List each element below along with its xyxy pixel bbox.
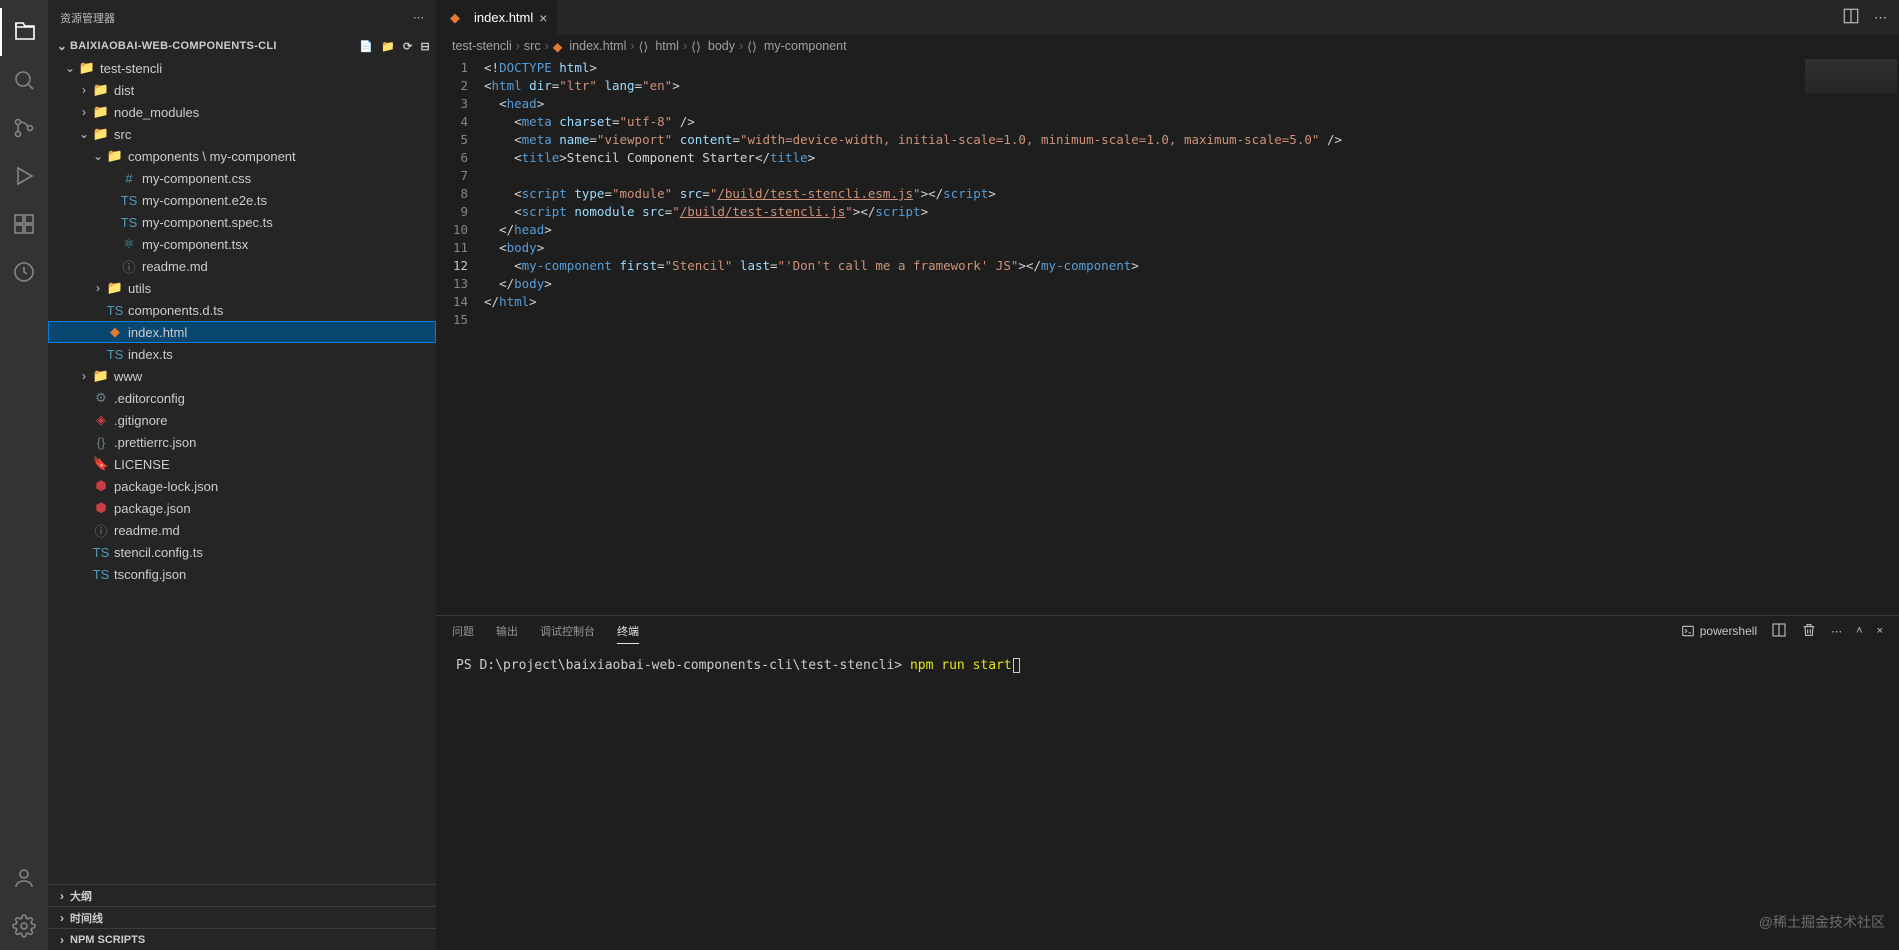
file-readme-inner[interactable]: ⓘreadme.md — [48, 255, 436, 277]
file-components-dts[interactable]: TScomponents.d.ts — [48, 299, 436, 321]
explorer-icon[interactable] — [0, 8, 48, 56]
watermark: @稀土掘金技术社区 — [1759, 912, 1885, 932]
section-npm-scripts[interactable]: ›NPM SCRIPTS — [48, 928, 436, 950]
symbol-icon: ⟨⟩ — [747, 39, 757, 54]
minimap[interactable] — [1803, 57, 1899, 615]
tab-index-html[interactable]: ◆ index.html × — [436, 0, 558, 35]
sidebar-more-icon[interactable]: ⋯ — [413, 11, 424, 24]
file-my-component-e2e[interactable]: TSmy-component.e2e.ts — [48, 189, 436, 211]
split-terminal-icon[interactable] — [1771, 622, 1787, 641]
panel-tab-problems[interactable]: 问题 — [452, 619, 474, 643]
history-icon[interactable] — [0, 248, 48, 296]
collapse-all-icon[interactable]: ⊟ — [420, 40, 430, 53]
close-tab-icon[interactable]: × — [539, 10, 547, 26]
split-editor-icon[interactable] — [1842, 7, 1860, 28]
file-package-lock[interactable]: ⬢package-lock.json — [48, 475, 436, 497]
html-file-icon: ◆ — [446, 10, 464, 26]
html-file-icon: ◆ — [553, 39, 563, 54]
more-actions-icon[interactable]: ⋯ — [1874, 10, 1887, 26]
terminal-command: npm run start — [910, 658, 1012, 673]
activity-bar — [0, 0, 48, 950]
project-header[interactable]: ⌄ BAIXIAOBAI-WEB-COMPONENTS-CLI 📄 📁 ⟳ ⊟ — [48, 35, 436, 57]
file-tsconfig[interactable]: TStsconfig.json — [48, 563, 436, 585]
maximize-panel-icon[interactable]: ˄ — [1856, 625, 1862, 637]
explorer-sidebar: 资源管理器 ⋯ ⌄ BAIXIAOBAI-WEB-COMPONENTS-CLI … — [48, 0, 436, 950]
file-editorconfig[interactable]: ⚙.editorconfig — [48, 387, 436, 409]
symbol-icon: ⟨⟩ — [639, 39, 649, 54]
new-file-icon[interactable]: 📄 — [359, 40, 373, 53]
file-my-component-css[interactable]: #my-component.css — [48, 167, 436, 189]
file-index-ts[interactable]: TSindex.ts — [48, 343, 436, 365]
panel-tab-terminal[interactable]: 终端 — [617, 619, 639, 644]
line-gutter: 123456789101112131415 — [436, 57, 484, 615]
folder-components-my-component[interactable]: ⌄📁components \ my-component — [48, 145, 436, 167]
terminal-shell-selector[interactable]: powershell — [1681, 624, 1757, 638]
section-outline[interactable]: ›大纲 — [48, 884, 436, 906]
panel-tab-debug[interactable]: 调试控制台 — [540, 619, 595, 643]
file-stencil-config[interactable]: TSstencil.config.ts — [48, 541, 436, 563]
file-my-component-tsx[interactable]: ⚛my-component.tsx — [48, 233, 436, 255]
editor-tabs: ◆ index.html × ⋯ — [436, 0, 1899, 35]
file-readme-md[interactable]: ⓘreadme.md — [48, 519, 436, 541]
folder-dist[interactable]: ›📁dist — [48, 79, 436, 101]
breadcrumbs[interactable]: test-stencli› src› ◆index.html› ⟨⟩html› … — [436, 35, 1899, 57]
settings-gear-icon[interactable] — [0, 902, 48, 950]
folder-node-modules[interactable]: ›📁node_modules — [48, 101, 436, 123]
section-timeline[interactable]: ›时间线 — [48, 906, 436, 928]
run-debug-icon[interactable] — [0, 152, 48, 200]
folder-src[interactable]: ⌄📁src — [48, 123, 436, 145]
file-license[interactable]: 🔖LICENSE — [48, 453, 436, 475]
terminal-content[interactable]: PS D:\project\baixiaobai-web-components-… — [436, 646, 1899, 950]
folder-test-stencli[interactable]: ⌄📁test-stencli — [48, 57, 436, 79]
sidebar-title: 资源管理器 — [60, 10, 115, 26]
file-prettierrc[interactable]: {}.prettierrc.json — [48, 431, 436, 453]
source-control-icon[interactable] — [0, 104, 48, 152]
main-area: ◆ index.html × ⋯ test-stencli› src› ◆ind… — [436, 0, 1899, 950]
kill-terminal-icon[interactable] — [1801, 622, 1817, 641]
extensions-icon[interactable] — [0, 200, 48, 248]
refresh-icon[interactable]: ⟳ — [403, 40, 413, 53]
terminal-cursor — [1013, 658, 1020, 673]
folder-utils[interactable]: ›📁utils — [48, 277, 436, 299]
accounts-icon[interactable] — [0, 854, 48, 902]
file-index-html[interactable]: ◆index.html — [48, 321, 436, 343]
editor[interactable]: 123456789101112131415 <!DOCTYPE html><ht… — [436, 57, 1899, 615]
bottom-panel: 问题 输出 调试控制台 终端 powershell ⋯ ˄ × PS D: — [436, 615, 1899, 950]
folder-www[interactable]: ›📁www — [48, 365, 436, 387]
panel-more-icon[interactable]: ⋯ — [1831, 625, 1842, 638]
new-folder-icon[interactable]: 📁 — [381, 40, 395, 53]
code-content[interactable]: <!DOCTYPE html><html dir="ltr" lang="en"… — [484, 57, 1803, 615]
file-my-component-spec[interactable]: TSmy-component.spec.ts — [48, 211, 436, 233]
project-name: BAIXIAOBAI-WEB-COMPONENTS-CLI — [70, 40, 277, 52]
symbol-icon: ⟨⟩ — [691, 39, 701, 54]
terminal-prompt: PS D:\project\baixiaobai-web-components-… — [456, 658, 910, 673]
panel-tab-output[interactable]: 输出 — [496, 619, 518, 643]
file-package-json[interactable]: ⬢package.json — [48, 497, 436, 519]
file-tree: ⌄📁test-stencli ›📁dist ›📁node_modules ⌄📁s… — [48, 57, 436, 884]
close-panel-icon[interactable]: × — [1877, 625, 1883, 637]
file-gitignore[interactable]: ◈.gitignore — [48, 409, 436, 431]
search-icon[interactable] — [0, 56, 48, 104]
tab-label: index.html — [474, 10, 533, 25]
